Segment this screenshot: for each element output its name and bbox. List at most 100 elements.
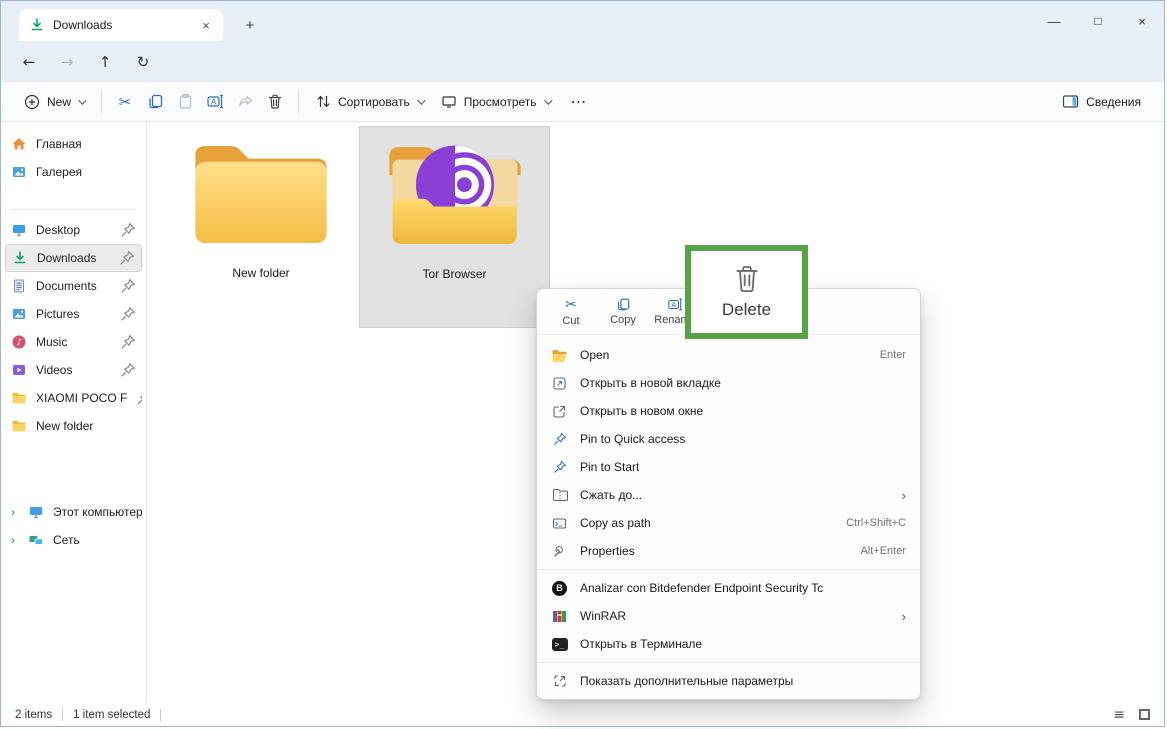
menu-item-compress[interactable]: Сжать до... › — [537, 481, 920, 509]
copy-icon — [616, 297, 631, 312]
menu-item-copy-as-path[interactable]: Copy as path Ctrl+Shift+C — [537, 509, 920, 537]
menu-item-open-in-terminal[interactable]: >_ Открыть в Терминале — [537, 630, 920, 658]
sidebar-item-this-pc[interactable]: › Этот компьютер — [5, 498, 142, 526]
pictures-icon — [11, 306, 27, 322]
documents-icon — [11, 278, 27, 294]
chevron-expand-icon[interactable]: › — [11, 533, 19, 547]
sidebar-item-label: Desktop — [36, 223, 80, 237]
sidebar-item-label: Сеть — [53, 533, 80, 547]
file-tile-tor-browser[interactable]: Tor Browser — [359, 126, 550, 328]
sort-button[interactable]: Сортировать — [307, 87, 432, 117]
folder-icon — [11, 418, 27, 434]
minimize-button[interactable]: — — [1032, 1, 1076, 41]
list-view-icon[interactable]: ≡ — [1113, 707, 1125, 723]
delete-highlight-annotation[interactable]: Delete — [685, 245, 808, 339]
back-button[interactable]: ← — [16, 49, 42, 75]
details-pane-label: Сведения — [1086, 95, 1141, 109]
navigation-bar: ← → ↑ ↻ › Downloads › — [1, 41, 1164, 81]
open-folder-icon — [551, 348, 568, 363]
sidebar-item-documents[interactable]: Documents — [5, 272, 142, 300]
open-new-window-icon — [552, 404, 567, 419]
menu-item-pin-quick-access[interactable]: Pin to Quick access — [537, 425, 920, 453]
sort-button-label: Сортировать — [338, 95, 410, 109]
pin-icon — [136, 390, 142, 406]
sidebar-item-label: Music — [36, 335, 67, 349]
view-button[interactable]: Просмотреть — [432, 87, 559, 117]
sidebar-item-label: Галерея — [36, 165, 82, 179]
command-bar: New ✂ A Сортировать Просмотреть — [1, 81, 1164, 122]
maximize-button[interactable]: □ — [1076, 1, 1120, 41]
svg-text:♪: ♪ — [16, 338, 22, 348]
sidebar-item-downloads[interactable]: Downloads — [5, 244, 142, 272]
refresh-button[interactable]: ↻ — [130, 49, 156, 75]
menu-item-show-more-options[interactable]: Показать дополнительные параметры — [537, 667, 920, 695]
menu-item-pin-to-start[interactable]: Pin to Start — [537, 453, 920, 481]
downloads-icon — [12, 250, 28, 266]
file-name: Tor Browser — [422, 267, 486, 281]
sidebar-item-home[interactable]: Главная — [5, 130, 142, 158]
menu-item-open[interactable]: Open Enter — [537, 341, 920, 369]
delete-button[interactable] — [260, 87, 290, 117]
rename-icon: A — [667, 297, 683, 312]
folder-icon — [11, 390, 27, 406]
toolbar-divider — [101, 91, 102, 113]
svg-text:A: A — [211, 98, 217, 107]
menu-item-open-new-tab[interactable]: Открыть в новой вкладке — [537, 369, 920, 397]
menu-item-winrar[interactable]: WinRAR › — [537, 602, 920, 630]
chevron-down-icon — [417, 96, 425, 104]
sidebar-item-new-folder[interactable]: New folder — [5, 412, 142, 440]
tab-title: Downloads — [53, 18, 197, 32]
file-tile-new-folder[interactable]: New folder — [171, 130, 351, 328]
sidebar-item-label: Этот компьютер — [53, 505, 142, 519]
chevron-down-icon — [544, 96, 552, 104]
sidebar-item-pictures[interactable]: Pictures — [5, 300, 142, 328]
cut-button[interactable]: ✂ — [110, 87, 140, 117]
paste-button[interactable] — [170, 87, 200, 117]
menu-item-open-new-window[interactable]: Открыть в новом окне — [537, 397, 920, 425]
up-button[interactable]: ↑ — [92, 49, 118, 75]
network-icon — [28, 532, 44, 548]
close-button[interactable]: × — [1120, 1, 1164, 41]
sidebar-item-network[interactable]: › Сеть — [5, 526, 142, 554]
sidebar-item-music[interactable]: ♪ Music — [5, 328, 142, 356]
delete-highlight-label: Delete — [722, 300, 771, 320]
forward-button[interactable]: → — [54, 49, 80, 75]
cut-label: Cut — [562, 315, 579, 327]
bitdefender-icon: B — [552, 581, 567, 596]
pin-icon — [553, 460, 567, 474]
plus-circle-icon — [24, 94, 40, 110]
pin-icon — [553, 432, 567, 446]
sidebar-item-label: Videos — [36, 363, 72, 377]
status-bar: 2 items 1 item selected ≡ — [1, 703, 1164, 726]
new-tab-button[interactable]: + — [239, 14, 261, 36]
new-button[interactable]: New — [15, 87, 93, 117]
sidebar-item-gallery[interactable]: Галерея — [5, 158, 142, 186]
tab-downloads[interactable]: Downloads × — [19, 9, 223, 41]
share-button[interactable] — [230, 87, 260, 117]
thumbnail-view-icon[interactable] — [1139, 709, 1150, 720]
chevron-down-icon — [78, 96, 86, 104]
copy-menu-button[interactable]: Copy — [597, 291, 649, 333]
tab-close-icon[interactable]: × — [197, 16, 215, 34]
shortcut-label: Enter — [880, 349, 906, 361]
rename-icon: A — [206, 93, 224, 110]
sidebar-item-desktop[interactable]: Desktop — [5, 216, 142, 244]
sidebar-item-label: Главная — [36, 137, 82, 151]
more-options-icon — [553, 674, 567, 688]
sidebar-item-videos[interactable]: Videos — [5, 356, 142, 384]
see-more-button[interactable]: ⋯ — [559, 92, 600, 111]
shortcut-label: Alt+Enter — [860, 545, 906, 557]
winrar-icon — [552, 610, 567, 623]
menu-item-properties[interactable]: Properties Alt+Enter — [537, 537, 920, 565]
sidebar-item-label: Documents — [36, 279, 97, 293]
menu-item-bitdefender-scan[interactable]: B Analizar con Bitdefender Endpoint Secu… — [537, 574, 920, 602]
chevron-expand-icon[interactable]: › — [11, 505, 19, 519]
details-pane-button[interactable]: Сведения — [1053, 87, 1150, 117]
cut-menu-button[interactable]: ✂ Cut — [545, 291, 597, 333]
copy-button[interactable] — [140, 87, 170, 117]
items-count: 2 items — [15, 709, 52, 721]
rename-button[interactable]: A — [200, 87, 230, 117]
copy-icon — [147, 93, 164, 110]
share-icon — [237, 93, 254, 110]
sidebar-item-xiaomi-poco[interactable]: XIAOMI POCO F — [5, 384, 142, 412]
